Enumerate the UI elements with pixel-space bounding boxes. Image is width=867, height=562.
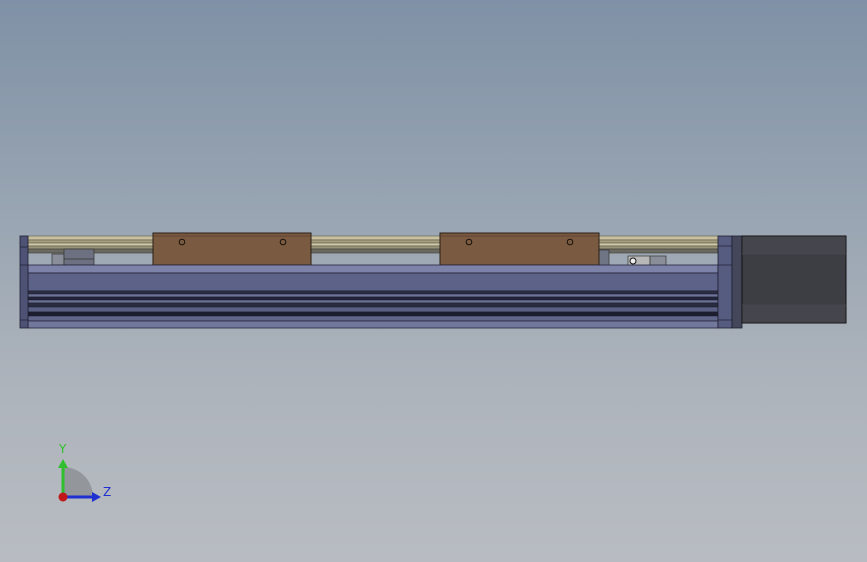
carriage-right[interactable] [439, 232, 600, 266]
left-bracket [51, 253, 65, 266]
right-stop [598, 249, 610, 267]
orientation-triad [58, 459, 101, 502]
3d-viewport[interactable]: Y Z [0, 0, 867, 562]
right-sensor-screw-icon [629, 257, 637, 265]
motor-flange[interactable] [717, 235, 743, 329]
y-axis-arrow-icon [58, 459, 68, 468]
belt-strip [27, 248, 719, 254]
left-sensor [63, 248, 95, 266]
stepper-motor[interactable] [741, 235, 847, 324]
z-axis-label: Z [103, 485, 112, 499]
z-axis-arrow-icon [92, 492, 101, 502]
linear-actuator-model[interactable] [0, 0, 867, 562]
x-axis-origin-icon [58, 492, 68, 502]
guide-rail[interactable] [27, 235, 719, 250]
base-profile[interactable] [27, 264, 719, 329]
y-axis-label: Y [59, 442, 67, 456]
left-end-cap[interactable] [19, 235, 29, 329]
carriage-left[interactable] [152, 232, 312, 266]
right-sensor-body [649, 255, 667, 267]
